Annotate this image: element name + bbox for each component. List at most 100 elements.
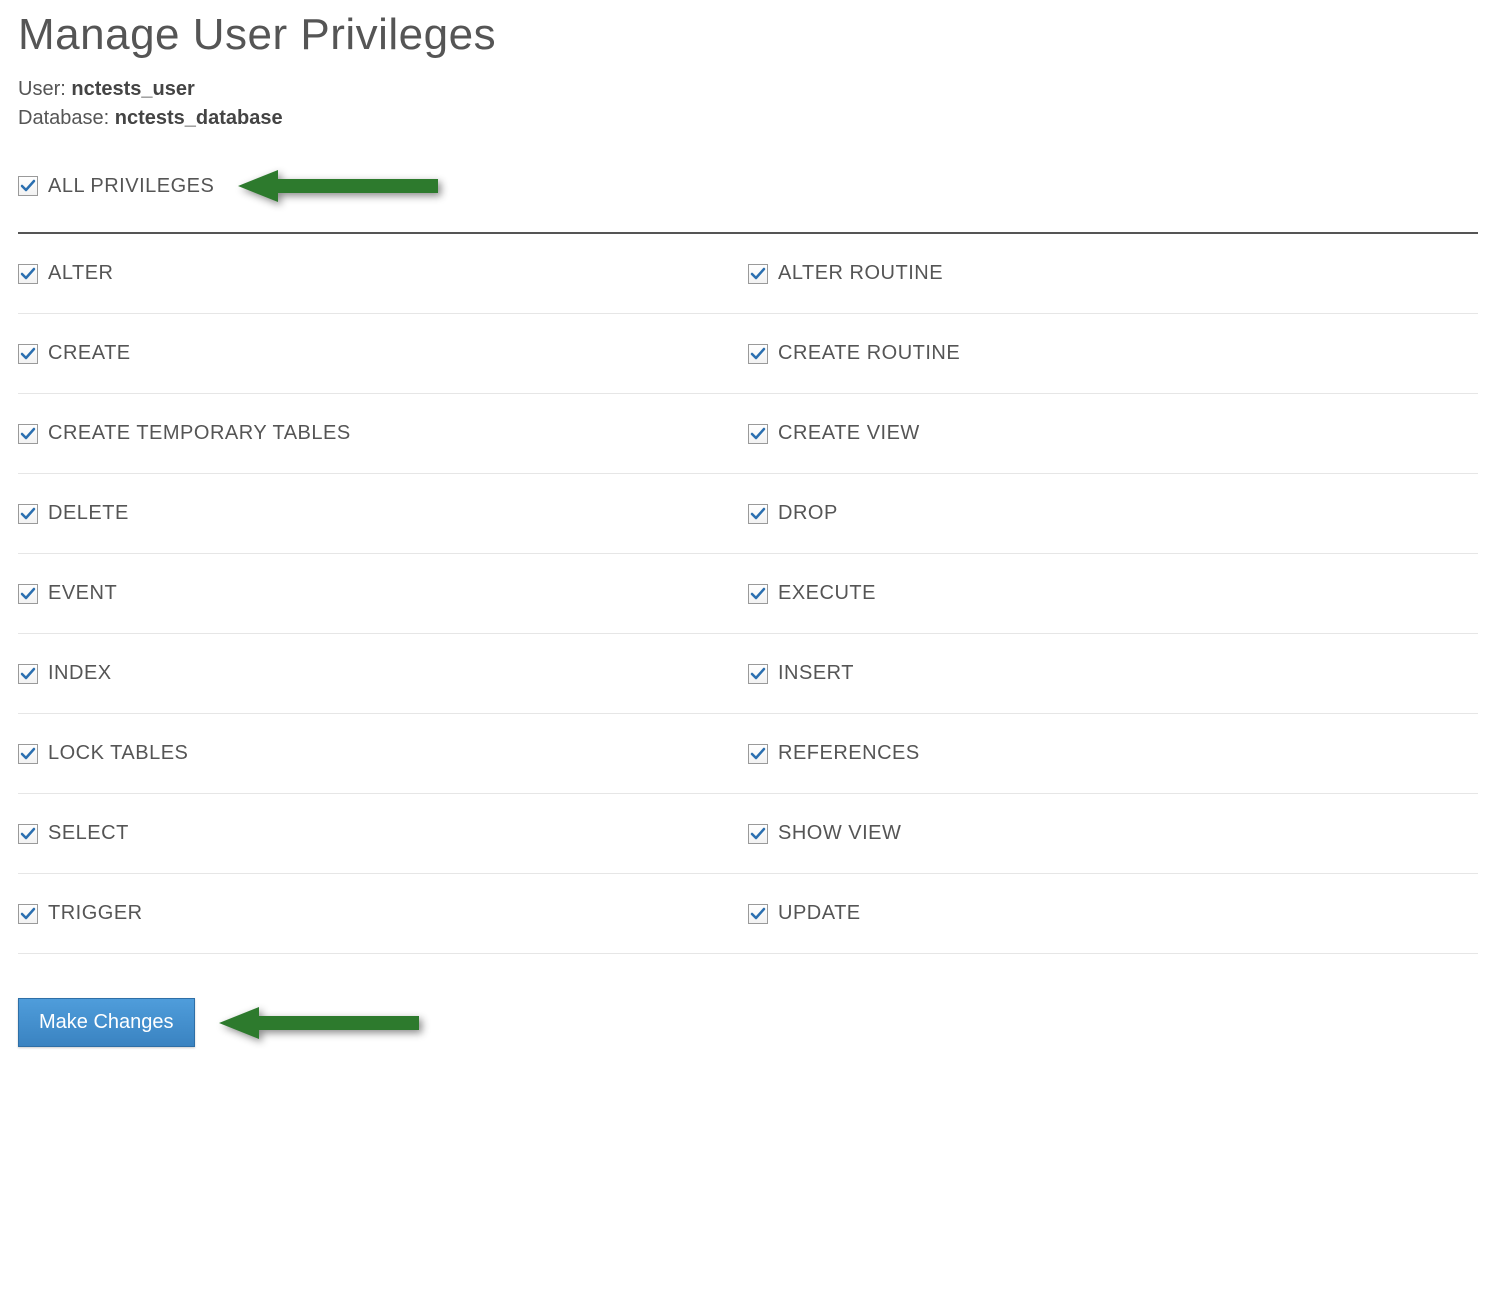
privilege-label: EXECUTE	[778, 582, 876, 605]
privilege-checkbox-wrap[interactable]: REFERENCES	[748, 742, 920, 765]
user-value: nctests_user	[71, 78, 194, 100]
privilege-cell: REFERENCES	[748, 714, 1478, 794]
check-icon	[20, 426, 36, 442]
page-title: Manage User Privileges	[18, 10, 1478, 60]
user-label: User:	[18, 78, 66, 100]
privilege-checkbox[interactable]	[748, 584, 768, 604]
privilege-cell: SHOW VIEW	[748, 794, 1478, 874]
privilege-checkbox-wrap[interactable]: ALTER	[18, 262, 113, 285]
privilege-checkbox[interactable]	[748, 344, 768, 364]
privilege-checkbox-wrap[interactable]: CREATE ROUTINE	[748, 342, 960, 365]
privilege-checkbox-wrap[interactable]: ALTER ROUTINE	[748, 262, 943, 285]
check-icon	[20, 586, 36, 602]
privilege-cell: EXECUTE	[748, 554, 1478, 634]
check-icon	[750, 266, 766, 282]
privilege-checkbox[interactable]	[748, 904, 768, 924]
privilege-checkbox-wrap[interactable]: DROP	[748, 502, 838, 525]
privilege-label: LOCK TABLES	[48, 742, 188, 765]
privilege-checkbox[interactable]	[18, 424, 38, 444]
check-icon	[20, 346, 36, 362]
check-icon	[750, 346, 766, 362]
privilege-checkbox[interactable]	[748, 664, 768, 684]
privilege-checkbox-wrap[interactable]: CREATE	[18, 342, 131, 365]
check-icon	[20, 906, 36, 922]
privilege-label: INDEX	[48, 662, 112, 685]
privilege-checkbox[interactable]	[18, 904, 38, 924]
privilege-checkbox[interactable]	[748, 264, 768, 284]
privilege-checkbox-wrap[interactable]: EVENT	[18, 582, 117, 605]
privilege-label: ALTER	[48, 262, 113, 285]
privilege-checkbox[interactable]	[18, 264, 38, 284]
check-icon	[750, 666, 766, 682]
database-label: Database:	[18, 107, 109, 129]
privilege-checkbox-wrap[interactable]: CREATE VIEW	[748, 422, 920, 445]
privilege-cell: EVENT	[18, 554, 748, 634]
check-icon	[750, 906, 766, 922]
privilege-checkbox[interactable]	[18, 344, 38, 364]
privilege-checkbox[interactable]	[748, 744, 768, 764]
privilege-checkbox-wrap[interactable]: DELETE	[18, 502, 129, 525]
privilege-checkbox-wrap[interactable]: SELECT	[18, 822, 129, 845]
privilege-label: CREATE ROUTINE	[778, 342, 960, 365]
privilege-checkbox[interactable]	[748, 824, 768, 844]
check-icon	[20, 826, 36, 842]
privilege-checkbox-wrap[interactable]: TRIGGER	[18, 902, 143, 925]
privilege-checkbox[interactable]	[18, 744, 38, 764]
privilege-checkbox[interactable]	[18, 664, 38, 684]
privileges-grid: ALTER ALTER ROUTINE CREATE CREATE ROUTINE CR…	[18, 234, 1478, 954]
privilege-checkbox-wrap[interactable]: LOCK TABLES	[18, 742, 188, 765]
database-line: Database: nctests_database	[18, 107, 1478, 130]
privilege-checkbox-wrap[interactable]: EXECUTE	[748, 582, 876, 605]
privilege-label: DELETE	[48, 502, 129, 525]
privilege-label: CREATE	[48, 342, 131, 365]
check-icon	[20, 266, 36, 282]
privilege-checkbox[interactable]	[748, 504, 768, 524]
check-icon	[750, 426, 766, 442]
privilege-cell: UPDATE	[748, 874, 1478, 954]
privilege-label: TRIGGER	[48, 902, 143, 925]
privilege-label: CREATE VIEW	[778, 422, 920, 445]
make-changes-button[interactable]: Make Changes	[18, 998, 195, 1047]
user-line: User: nctests_user	[18, 78, 1478, 101]
check-icon	[750, 586, 766, 602]
check-icon	[20, 506, 36, 522]
annotation-arrow-icon	[238, 168, 438, 204]
privilege-checkbox[interactable]	[748, 424, 768, 444]
privilege-label: UPDATE	[778, 902, 861, 925]
check-icon	[750, 746, 766, 762]
privilege-cell: SELECT	[18, 794, 748, 874]
privilege-checkbox-wrap[interactable]: INSERT	[748, 662, 854, 685]
all-privileges-checkbox-wrap[interactable]: ALL PRIVILEGES	[18, 175, 214, 198]
check-icon	[750, 506, 766, 522]
privilege-label: CREATE TEMPORARY TABLES	[48, 422, 351, 445]
privilege-checkbox-wrap[interactable]: CREATE TEMPORARY TABLES	[18, 422, 351, 445]
privilege-label: REFERENCES	[778, 742, 920, 765]
privilege-checkbox-wrap[interactable]: INDEX	[18, 662, 112, 685]
privilege-label: INSERT	[778, 662, 854, 685]
privilege-label: SELECT	[48, 822, 129, 845]
annotation-arrow-icon	[219, 1005, 419, 1041]
privilege-cell: CREATE VIEW	[748, 394, 1478, 474]
privilege-label: SHOW VIEW	[778, 822, 901, 845]
privilege-label: ALTER ROUTINE	[778, 262, 943, 285]
privilege-checkbox-wrap[interactable]: SHOW VIEW	[748, 822, 901, 845]
check-icon	[20, 178, 36, 194]
privilege-cell: CREATE TEMPORARY TABLES	[18, 394, 748, 474]
privilege-cell: INDEX	[18, 634, 748, 714]
privilege-label: DROP	[778, 502, 838, 525]
database-value: nctests_database	[115, 107, 283, 129]
all-privileges-checkbox[interactable]	[18, 176, 38, 196]
privilege-cell: INSERT	[748, 634, 1478, 714]
all-privileges-row: ALL PRIVILEGES	[18, 168, 1478, 234]
privilege-checkbox[interactable]	[18, 504, 38, 524]
privilege-cell: DROP	[748, 474, 1478, 554]
privilege-checkbox[interactable]	[18, 584, 38, 604]
privilege-cell: ALTER ROUTINE	[748, 234, 1478, 314]
submit-row: Make Changes	[18, 998, 1478, 1047]
privilege-checkbox[interactable]	[18, 824, 38, 844]
privilege-checkbox-wrap[interactable]: UPDATE	[748, 902, 861, 925]
check-icon	[20, 746, 36, 762]
privilege-cell: DELETE	[18, 474, 748, 554]
privilege-cell: LOCK TABLES	[18, 714, 748, 794]
manage-user-privileges-page: Manage User Privileges User: nctests_use…	[0, 0, 1496, 1087]
